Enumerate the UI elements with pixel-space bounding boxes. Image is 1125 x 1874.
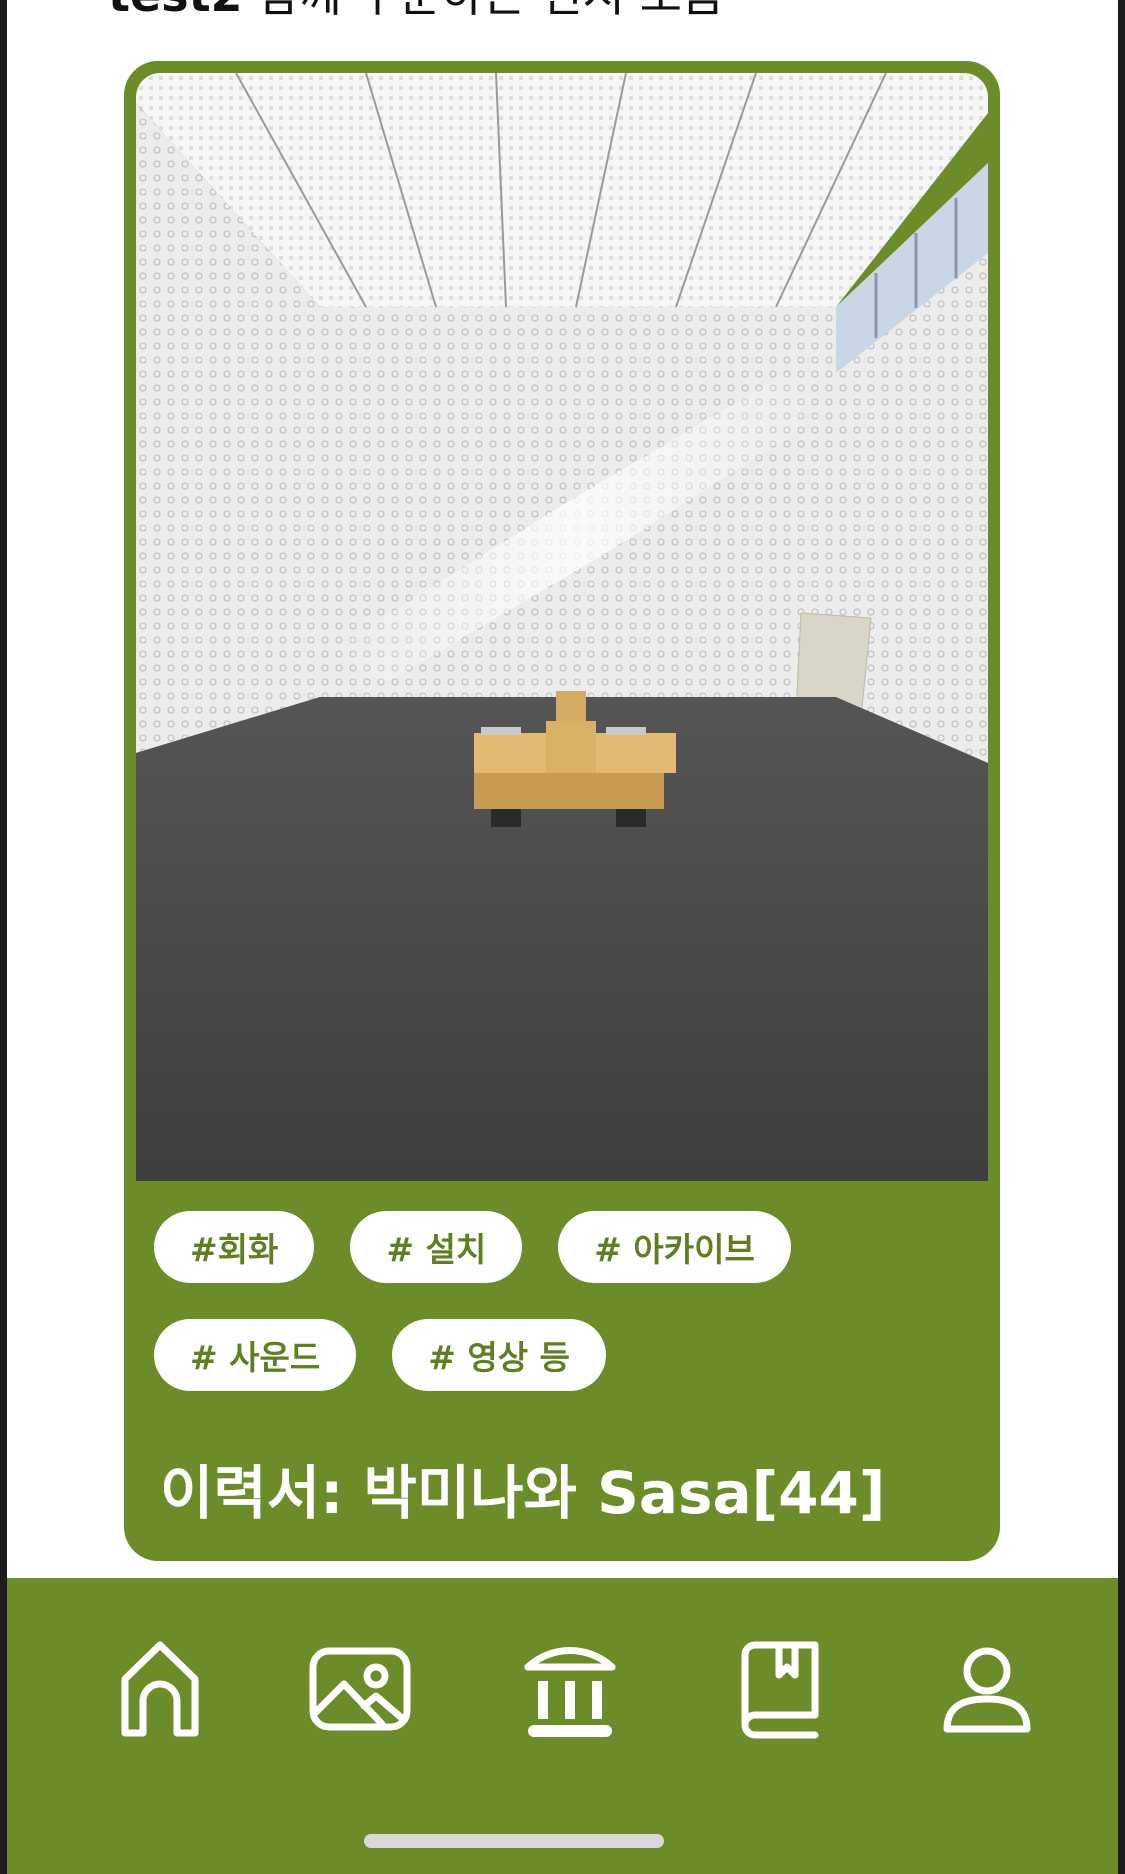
section-heading: test2 함께 주문하는 전시 모음 — [108, 0, 724, 20]
exhibition-title[interactable]: 이력서: 박미나와 Sasa[44] — [160, 1446, 885, 1530]
home-indicator[interactable] — [364, 1834, 664, 1848]
profile-icon — [941, 1643, 1033, 1739]
nav-home[interactable] — [110, 1636, 210, 1746]
museum-icon — [522, 1637, 618, 1745]
image-icon — [308, 1646, 412, 1736]
tag-row-2: # 사운드 # 영상 등 — [154, 1319, 984, 1391]
tag-sound[interactable]: # 사운드 — [154, 1319, 357, 1391]
nav-museum[interactable] — [520, 1636, 620, 1746]
section-heading-bold: test2 — [108, 0, 243, 22]
device-edge-right — [1118, 0, 1125, 1874]
nav-library[interactable] — [730, 1636, 830, 1746]
tag-painting[interactable]: #회화 — [154, 1211, 315, 1283]
book-icon — [735, 1639, 825, 1743]
exhibition-card[interactable]: #회화 # 설치 # 아카이브 # 사운드 # 영상 등 이력서: 박미나와 S… — [124, 61, 1000, 1561]
exhibition-photo[interactable] — [136, 73, 988, 1181]
tag-row-1: #회화 # 설치 # 아카이브 — [154, 1211, 984, 1283]
home-icon — [117, 1639, 203, 1743]
screen: test2 함께 주문하는 전시 모음 — [0, 0, 1125, 1874]
nav-profile[interactable] — [937, 1636, 1037, 1746]
section-heading-rest: 함께 주문하는 전시 모음 — [257, 0, 724, 22]
tag-video[interactable]: # 영상 등 — [392, 1319, 606, 1391]
bottom-nav — [7, 1578, 1118, 1874]
tag-list: #회화 # 설치 # 아카이브 # 사운드 # 영상 등 — [154, 1211, 984, 1427]
nav-gallery[interactable] — [308, 1636, 412, 1746]
tag-installation[interactable]: # 설치 — [350, 1211, 523, 1283]
device-edge-left — [0, 0, 7, 1874]
tag-archive[interactable]: # 아카이브 — [558, 1211, 791, 1283]
